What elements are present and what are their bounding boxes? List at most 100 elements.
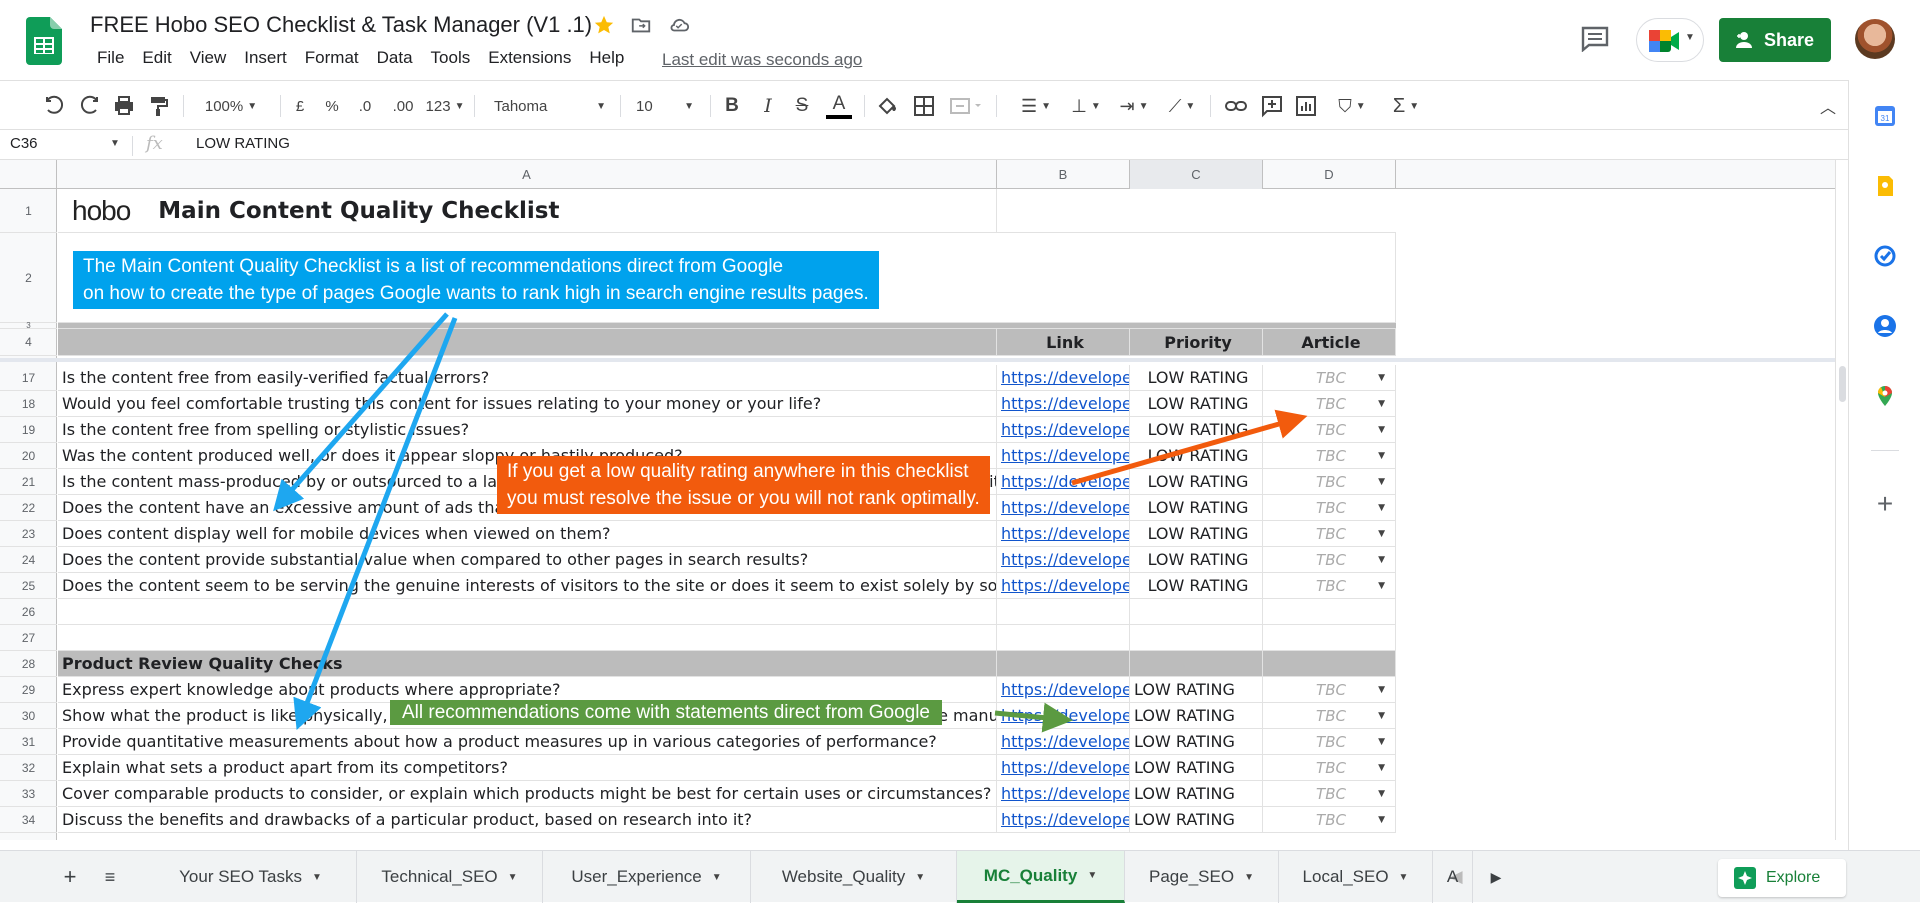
tab-website-quality[interactable]: Website_Quality ▼ [751,851,957,903]
keep-icon[interactable] [1873,174,1897,198]
menu-insert[interactable]: Insert [235,48,296,68]
maps-icon[interactable] [1873,384,1897,408]
link-cell[interactable]: https://developers [997,495,1130,520]
wrap-icon[interactable]: ⇥ ▼ [1114,93,1154,119]
article-dropdown-cell[interactable]: TBC ▼ [1263,391,1396,416]
menu-file[interactable]: File [88,48,133,68]
priority-cell[interactable]: LOW RATING [1130,703,1263,728]
row-header[interactable]: 33 [0,781,57,807]
row-header[interactable]: 18 [0,391,57,417]
article-dropdown-cell[interactable]: TBC ▼ [1263,573,1396,598]
empty-cell[interactable] [1263,651,1396,676]
link-icon[interactable] [1224,93,1248,119]
tab-a[interactable]: A [1433,851,1473,903]
empty-cell[interactable] [1263,625,1396,650]
scrollbar-thumb[interactable] [1839,366,1846,402]
all-sheets-icon[interactable]: ≡ [90,851,130,903]
borders-icon[interactable] [912,93,936,119]
article-dropdown-cell[interactable]: TBC ▼ [1263,365,1396,390]
zoom-select[interactable]: 100% ▼ [196,93,266,119]
empty-cell[interactable] [1130,599,1263,624]
row-header[interactable]: 4 [0,329,57,356]
priority-cell[interactable]: LOW RATING [1130,443,1263,468]
article-dropdown-cell[interactable]: TBC ▼ [1263,417,1396,442]
tasks-icon[interactable] [1873,244,1897,268]
article-dropdown-cell[interactable]: TBC ▼ [1263,547,1396,572]
empty-cell[interactable] [58,599,997,624]
link-cell[interactable]: https://developers [997,677,1130,702]
row-header[interactable]: 21 [0,469,57,495]
dropdown-caret-icon[interactable]: ▼ [1378,685,1385,695]
link-cell[interactable]: https://developers [997,469,1130,494]
row-header[interactable]: 23 [0,521,57,547]
strikethrough-icon[interactable]: S [790,93,814,119]
row-header[interactable]: 28 [0,651,57,677]
document-title[interactable]: FREE Hobo SEO Checklist & Task Manager (… [90,12,592,38]
tab-mc-quality[interactable]: MC_Quality ▼ [957,851,1125,903]
undo-icon[interactable] [42,93,66,119]
select-all-corner[interactable] [0,160,57,189]
increase-decimal-button[interactable]: .00 [388,93,418,119]
functions-icon[interactable]: Σ ▼ [1384,93,1428,119]
empty-cell[interactable] [58,625,997,650]
italic-icon[interactable]: I [756,93,780,119]
link-cell[interactable]: https://developers [997,547,1130,572]
tab-local-seo[interactable]: Local_SEO ▼ [1279,851,1433,903]
row-header[interactable]: 31 [0,729,57,755]
link-cell[interactable]: https://developers [997,781,1130,806]
dropdown-caret-icon[interactable]: ▼ [1378,815,1385,825]
currency-button[interactable]: £ [290,93,310,119]
dropdown-caret-icon[interactable]: ▼ [1378,789,1385,799]
priority-cell[interactable]: LOW RATING [1130,469,1263,494]
menu-edit[interactable]: Edit [133,48,180,68]
link-cell[interactable]: https://developers [997,755,1130,780]
task-text-cell[interactable]: Express expert knowledge about products … [58,677,997,702]
article-dropdown-cell[interactable]: TBC ▼ [1263,677,1396,702]
link-cell[interactable]: https://developers [997,729,1130,754]
column-header-b[interactable]: B [997,160,1130,189]
priority-cell[interactable]: LOW RATING [1130,391,1263,416]
row-header[interactable]: 32 [0,755,57,781]
bold-icon[interactable]: B [720,93,744,119]
empty-cell[interactable] [997,625,1130,650]
menu-help[interactable]: Help [580,48,633,68]
task-text-cell[interactable]: Would you feel comfortable trusting this… [58,391,997,416]
paint-format-icon[interactable] [147,93,171,119]
comment-icon[interactable] [1260,93,1284,119]
sheets-logo-icon[interactable] [26,17,62,65]
empty-cell[interactable] [997,651,1130,676]
task-text-cell[interactable]: Is the content free from spelling or sty… [58,417,997,442]
link-cell[interactable]: https://developers [997,703,1130,728]
row-header[interactable]: 34 [0,807,57,833]
dropdown-caret-icon[interactable]: ▼ [1378,503,1385,513]
priority-cell[interactable]: LOW RATING [1130,729,1263,754]
priority-cell[interactable]: LOW RATING [1130,755,1263,780]
tab-user-experience[interactable]: User_Experience ▼ [543,851,751,903]
font-size-select[interactable]: 10 ▼ [630,93,700,119]
task-text-cell[interactable]: Provide quantitative measurements about … [58,729,997,754]
priority-cell[interactable]: LOW RATING [1130,417,1263,442]
row-header[interactable]: 30 [0,703,57,729]
row-header[interactable]: 1 [0,189,57,233]
chart-icon[interactable] [1294,93,1318,119]
rotate-icon[interactable]: ⟋ ▼ [1162,93,1202,119]
star-icon[interactable] [593,14,615,36]
column-header-d[interactable]: D [1263,160,1396,189]
section-title[interactable]: Product Review Quality Checks [58,651,997,676]
link-cell[interactable]: https://developers [997,391,1130,416]
row-header[interactable]: 2 [0,233,57,323]
article-dropdown-cell[interactable]: TBC ▼ [1263,755,1396,780]
article-dropdown-cell[interactable]: TBC ▼ [1263,807,1396,832]
task-text-cell[interactable]: Cover comparable products to consider, o… [58,781,997,806]
task-text-cell[interactable]: Does the content seem to be serving the … [58,573,997,598]
row-header[interactable]: 29 [0,677,57,703]
article-dropdown-cell[interactable]: TBC ▼ [1263,703,1396,728]
header-cell-link[interactable]: Link [997,329,1130,355]
formula-input[interactable]: LOW RATING [196,135,290,152]
meet-button[interactable]: ▼ [1636,18,1704,62]
frozen-divider[interactable] [0,358,1835,362]
task-text-cell[interactable]: Explain what sets a product apart from i… [58,755,997,780]
row-header[interactable]: 20 [0,443,57,469]
article-dropdown-cell[interactable]: TBC ▼ [1263,729,1396,754]
tab-technical-seo[interactable]: Technical_SEO ▼ [357,851,543,903]
